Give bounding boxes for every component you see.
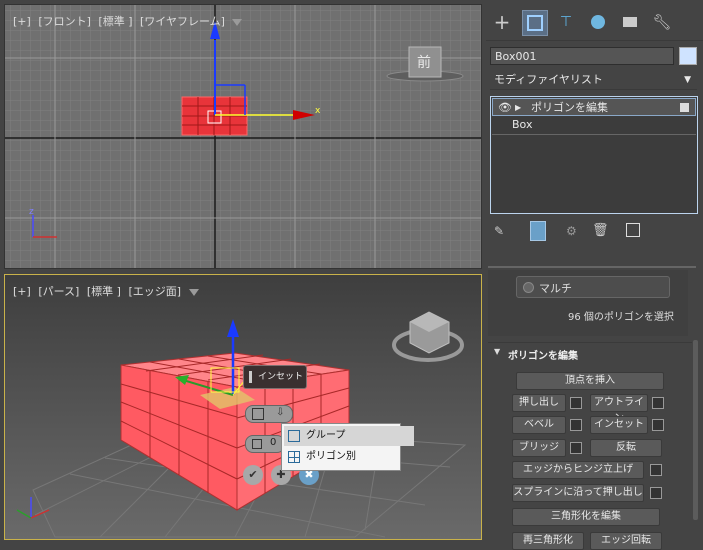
extrude-button[interactable]: 押し出し <box>512 394 566 412</box>
create-tab-icon[interactable]: + <box>490 10 514 34</box>
multi-button[interactable]: マルチ <box>516 276 670 298</box>
flip-button[interactable]: 反転 <box>590 439 662 457</box>
inset-amount-icon <box>252 439 262 449</box>
inset-button[interactable]: インセット <box>590 416 648 434</box>
edit-polygons-rollout: ▼ ポリゴンを編集 頂点を挿入 押し出し アウトライン ベベル インセット ブリ… <box>488 342 692 550</box>
group-mode-icon <box>252 408 264 420</box>
inset-type-flyout: グループ ポリゴン別 <box>281 423 414 471</box>
object-name-field[interactable]: Box001 <box>490 47 674 65</box>
viewcube-front-face[interactable]: 前 <box>417 52 431 72</box>
show-end-result-icon[interactable] <box>530 221 546 241</box>
bridge-button[interactable]: ブリッジ <box>512 439 566 457</box>
eye-icon[interactable]: 👁︎ <box>498 99 512 117</box>
caddy-ok-button[interactable]: ✔ <box>243 465 263 485</box>
edit-triangulation-button[interactable]: 三角形化を編集 <box>512 508 660 526</box>
rollout-header[interactable]: ▼ ポリゴンを編集 <box>488 342 692 363</box>
outline-button[interactable]: アウトライン <box>590 394 648 424</box>
extrude-settings-icon[interactable] <box>570 397 582 409</box>
bevel-button[interactable]: ベベル <box>512 416 566 434</box>
viewport-shading-standard[interactable]: [標準 ] <box>87 285 121 298</box>
flyout-item-by-polygon[interactable]: ポリゴン別 <box>284 447 414 467</box>
inset-amount-value: 0 <box>270 437 277 448</box>
viewport-display-mode[interactable]: [ワイヤフレーム] <box>140 15 225 28</box>
modifier-stack: 👁︎ ▶ ポリゴンを編集 Box <box>490 96 698 214</box>
caddy-handle-icon[interactable] <box>249 371 252 383</box>
flyout-item-group[interactable]: グループ <box>284 426 414 446</box>
viewport-display-mode[interactable]: [エッジ面] <box>128 285 181 298</box>
inset-group-mode-button[interactable]: ⇩ <box>245 405 293 423</box>
remove-modifier-icon[interactable]: 🗑︎ <box>592 223 609 238</box>
extrude-along-spline-button[interactable]: スプラインに沿って押し出し <box>512 484 644 502</box>
turn-button[interactable]: エッジ回転 <box>590 532 662 550</box>
hierarchy-tab-icon[interactable]: ⊤ <box>554 10 578 34</box>
stack-item-box[interactable]: Box <box>492 116 696 135</box>
collapse-icon: ▼ <box>494 347 501 356</box>
filter-icon[interactable] <box>232 18 243 26</box>
command-panel: + ⊤ 🔧︎ Box001 モディファイヤリスト ▼ 👁︎ ▶ ポリゴンを編集 … <box>486 0 703 550</box>
front-viewport[interactable]: [+] [フロント] [標準 ] [ワイヤフレーム] x z 前 <box>4 4 482 269</box>
stack-toggle-icon[interactable] <box>680 103 689 112</box>
z-axis-label: z <box>29 207 34 217</box>
insert-vertex-button[interactable]: 頂点を挿入 <box>516 372 664 390</box>
perspective-viewport[interactable]: [+] [パース] [標準 ] [エッジ面] インセット ⇩ 0 ✔ ✚ ✖ グ… <box>4 274 482 540</box>
extrude-spline-settings-icon[interactable] <box>650 487 662 499</box>
inset-amount-field[interactable]: 0 <box>245 435 285 453</box>
filter-icon[interactable] <box>188 288 199 296</box>
selection-status: 96 個のポリゴンを選択 <box>568 312 674 323</box>
viewport-point-of-view[interactable]: [フロント] <box>38 15 91 28</box>
retriangulate-button[interactable]: 再三角形化 <box>512 532 584 550</box>
viewport-shading-standard[interactable]: [標準 ] <box>98 15 132 28</box>
stack-toolbar: ✎ ⚙ 🗑︎ <box>490 220 700 244</box>
pin-stack-icon[interactable]: ✎ <box>494 224 504 238</box>
inset-caddy: インセット <box>243 365 307 389</box>
caddy-title: インセット <box>258 372 304 382</box>
panel-scrollbar[interactable] <box>693 340 698 520</box>
viewport-menu-plus[interactable]: [+] <box>13 15 31 28</box>
viewport-point-of-view[interactable]: [パース] <box>38 285 79 298</box>
group-icon <box>288 430 300 442</box>
outline-settings-icon[interactable] <box>652 397 664 409</box>
selection-rollout: マルチ 96 個のポリゴンを選択 <box>488 270 688 336</box>
configure-modifier-sets-icon[interactable] <box>626 223 640 237</box>
object-color-swatch[interactable] <box>679 47 697 65</box>
by-polygon-icon <box>288 451 300 463</box>
bridge-settings-icon[interactable] <box>570 442 582 454</box>
stack-item-edit-poly[interactable]: 👁︎ ▶ ポリゴンを編集 <box>492 98 696 116</box>
bevel-settings-icon[interactable] <box>570 419 582 431</box>
inset-settings-icon[interactable] <box>652 419 664 431</box>
dropdown-arrow-icon: ⇩ <box>276 407 285 418</box>
hinge-from-edge-button[interactable]: エッジからヒンジ立上げ <box>512 461 644 479</box>
front-viewport-grid <box>5 5 481 268</box>
command-panel-tabs: + ⊤ 🔧︎ <box>486 0 703 41</box>
modify-tab-icon[interactable] <box>522 10 548 36</box>
viewport-menu-plus[interactable]: [+] <box>13 285 31 298</box>
make-unique-icon[interactable]: ⚙ <box>566 224 577 238</box>
expand-arrow-icon[interactable]: ▶ <box>515 99 521 117</box>
front-viewport-label[interactable]: [+] [フロント] [標準 ] [ワイヤフレーム] <box>13 13 246 29</box>
utilities-tab-icon[interactable]: 🔧︎ <box>650 10 674 34</box>
panel-divider[interactable] <box>488 266 696 268</box>
chevron-down-icon: ▼ <box>684 75 691 85</box>
x-axis-label: x <box>315 106 321 116</box>
modifier-list-dropdown[interactable]: モディファイヤリスト ▼ <box>490 70 697 90</box>
hinge-settings-icon[interactable] <box>650 464 662 476</box>
motion-tab-icon[interactable] <box>586 10 610 34</box>
radio-icon <box>523 282 534 293</box>
perspective-viewport-label[interactable]: [+] [パース] [標準 ] [エッジ面] <box>13 283 203 299</box>
display-tab-icon[interactable] <box>618 10 642 34</box>
perspective-viewport-scene <box>5 275 481 539</box>
